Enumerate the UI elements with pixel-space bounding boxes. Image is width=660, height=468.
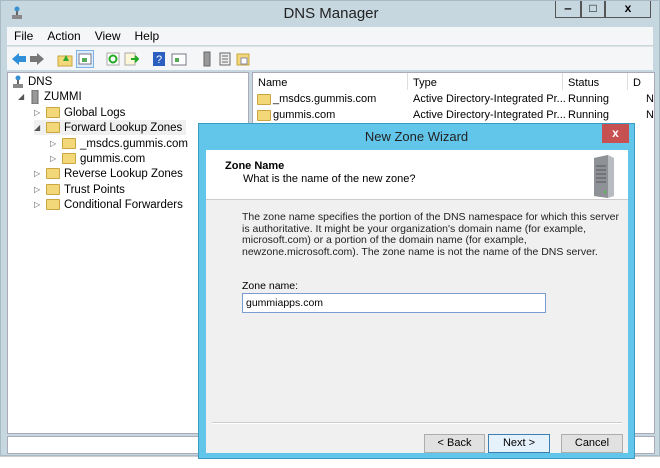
menu-view[interactable]: View: [88, 27, 128, 45]
expand-arrow-icon[interactable]: ▷: [50, 154, 58, 163]
column-header-d[interactable]: D: [628, 73, 654, 90]
wizard-subheading: What is the name of the new zone?: [243, 173, 416, 185]
tree-item-global-logs[interactable]: ▷ Global Logs: [34, 105, 125, 120]
cell-status: Running: [568, 109, 609, 121]
menu-bar: File Action View Help: [7, 27, 653, 45]
tree-item-gummis-zone[interactable]: ▷ gummis.com: [50, 151, 145, 166]
collapse-arrow-icon[interactable]: ◢: [18, 92, 26, 101]
tree-label: Reverse Lookup Zones: [64, 167, 183, 180]
cell-d: N: [646, 109, 654, 121]
zone-name-label: Zone name:: [242, 280, 299, 292]
expand-arrow-icon[interactable]: ▷: [34, 185, 42, 194]
cell-status: Running: [568, 93, 609, 105]
cancel-button[interactable]: Cancel: [561, 434, 623, 453]
tree-label: Conditional Forwarders: [64, 198, 183, 211]
dialog-title: New Zone Wizard: [364, 129, 469, 144]
folder-icon: [46, 122, 60, 133]
forward-icon[interactable]: [29, 51, 45, 67]
menu-action[interactable]: Action: [40, 27, 87, 45]
export-icon[interactable]: [123, 51, 139, 67]
back-button[interactable]: < Back: [424, 434, 485, 453]
maximize-button[interactable]: □: [581, 1, 605, 18]
dialog-close-button[interactable]: x: [602, 124, 629, 143]
tree-label: _msdcs.gummis.com: [80, 137, 188, 150]
tree-item-reverse-lookup-zones[interactable]: ▷ Reverse Lookup Zones: [34, 166, 183, 181]
server-icon[interactable]: [199, 51, 215, 67]
zone-icon: [257, 110, 271, 121]
logs-icon: [46, 107, 60, 118]
wizard-description: The zone name specifies the portion of t…: [242, 211, 620, 258]
svg-text:?: ?: [156, 54, 162, 66]
tree-label: ZUMMI: [44, 90, 82, 103]
tree-label: Trust Points: [64, 183, 125, 196]
tree-item-conditional-forwarders[interactable]: ▷ Conditional Forwarders: [34, 197, 183, 212]
menu-help[interactable]: Help: [128, 27, 167, 45]
tree-root-dns[interactable]: DNS: [12, 74, 52, 89]
dialog-body: Zone Name What is the name of the new zo…: [206, 150, 628, 453]
wizard-header: Zone Name What is the name of the new zo…: [206, 150, 628, 200]
show-action-pane-icon[interactable]: [171, 51, 187, 67]
dns-icon: [13, 75, 23, 88]
tree-label: gummis.com: [80, 152, 146, 165]
tree-label: Global Logs: [64, 106, 126, 119]
server-icon: [594, 155, 614, 198]
folder-icon: [46, 184, 60, 195]
minimize-button[interactable]: ‒: [555, 1, 581, 18]
column-header-type[interactable]: Type: [408, 73, 563, 90]
collapse-arrow-icon[interactable]: ◢: [34, 123, 42, 132]
cell-name: _msdcs.gummis.com: [273, 93, 377, 105]
expand-arrow-icon[interactable]: ▷: [34, 200, 42, 209]
zone-icon: [257, 94, 271, 105]
up-folder-icon[interactable]: [57, 51, 73, 67]
new-zone-wizard-dialog: New Zone Wizard x Zone Name What is the …: [198, 123, 635, 459]
tree-label: DNS: [28, 75, 53, 88]
show-hide-tree-icon[interactable]: [76, 50, 94, 68]
toolbar: ?: [7, 46, 653, 70]
tree-server-zummi[interactable]: ◢ ZUMMI: [18, 89, 82, 104]
title-bar: DNS Manager ‒ □ x: [1, 1, 660, 26]
column-header-name[interactable]: Name: [253, 73, 408, 90]
expand-arrow-icon[interactable]: ▷: [34, 169, 42, 178]
menu-file[interactable]: File: [7, 27, 40, 45]
tree-item-trust-points[interactable]: ▷ Trust Points: [34, 182, 125, 197]
tree-item-forward-lookup-zones[interactable]: ◢ Forward Lookup Zones: [34, 120, 187, 135]
divider: [212, 422, 622, 424]
expand-arrow-icon[interactable]: ▷: [50, 139, 58, 148]
zone-icon: [62, 153, 76, 164]
cell-name: gummis.com: [273, 109, 336, 121]
next-button[interactable]: Next >: [488, 434, 550, 453]
folder-icon: [46, 199, 60, 210]
expand-arrow-icon[interactable]: ▷: [34, 108, 42, 117]
list-icon[interactable]: [217, 51, 233, 67]
folder-icon: [46, 168, 60, 179]
wizard-heading: Zone Name: [225, 160, 285, 172]
zone-icon[interactable]: [235, 51, 251, 67]
zone-icon: [62, 138, 76, 149]
zone-name-input[interactable]: [242, 293, 546, 313]
cell-type: Active Directory-Integrated Pr...: [413, 93, 566, 105]
server-icon: [31, 89, 39, 104]
tree-item-msdcs-zone[interactable]: ▷ _msdcs.gummis.com: [50, 136, 188, 151]
back-icon[interactable]: [11, 51, 27, 67]
close-button[interactable]: x: [605, 1, 651, 18]
refresh-icon[interactable]: [105, 51, 121, 67]
column-header-status[interactable]: Status: [563, 73, 628, 90]
help-icon[interactable]: ?: [151, 51, 167, 67]
cell-type: Active Directory-Integrated Pr...: [413, 109, 566, 121]
cell-d: N: [646, 93, 654, 105]
tree-label: Forward Lookup Zones: [64, 121, 183, 134]
